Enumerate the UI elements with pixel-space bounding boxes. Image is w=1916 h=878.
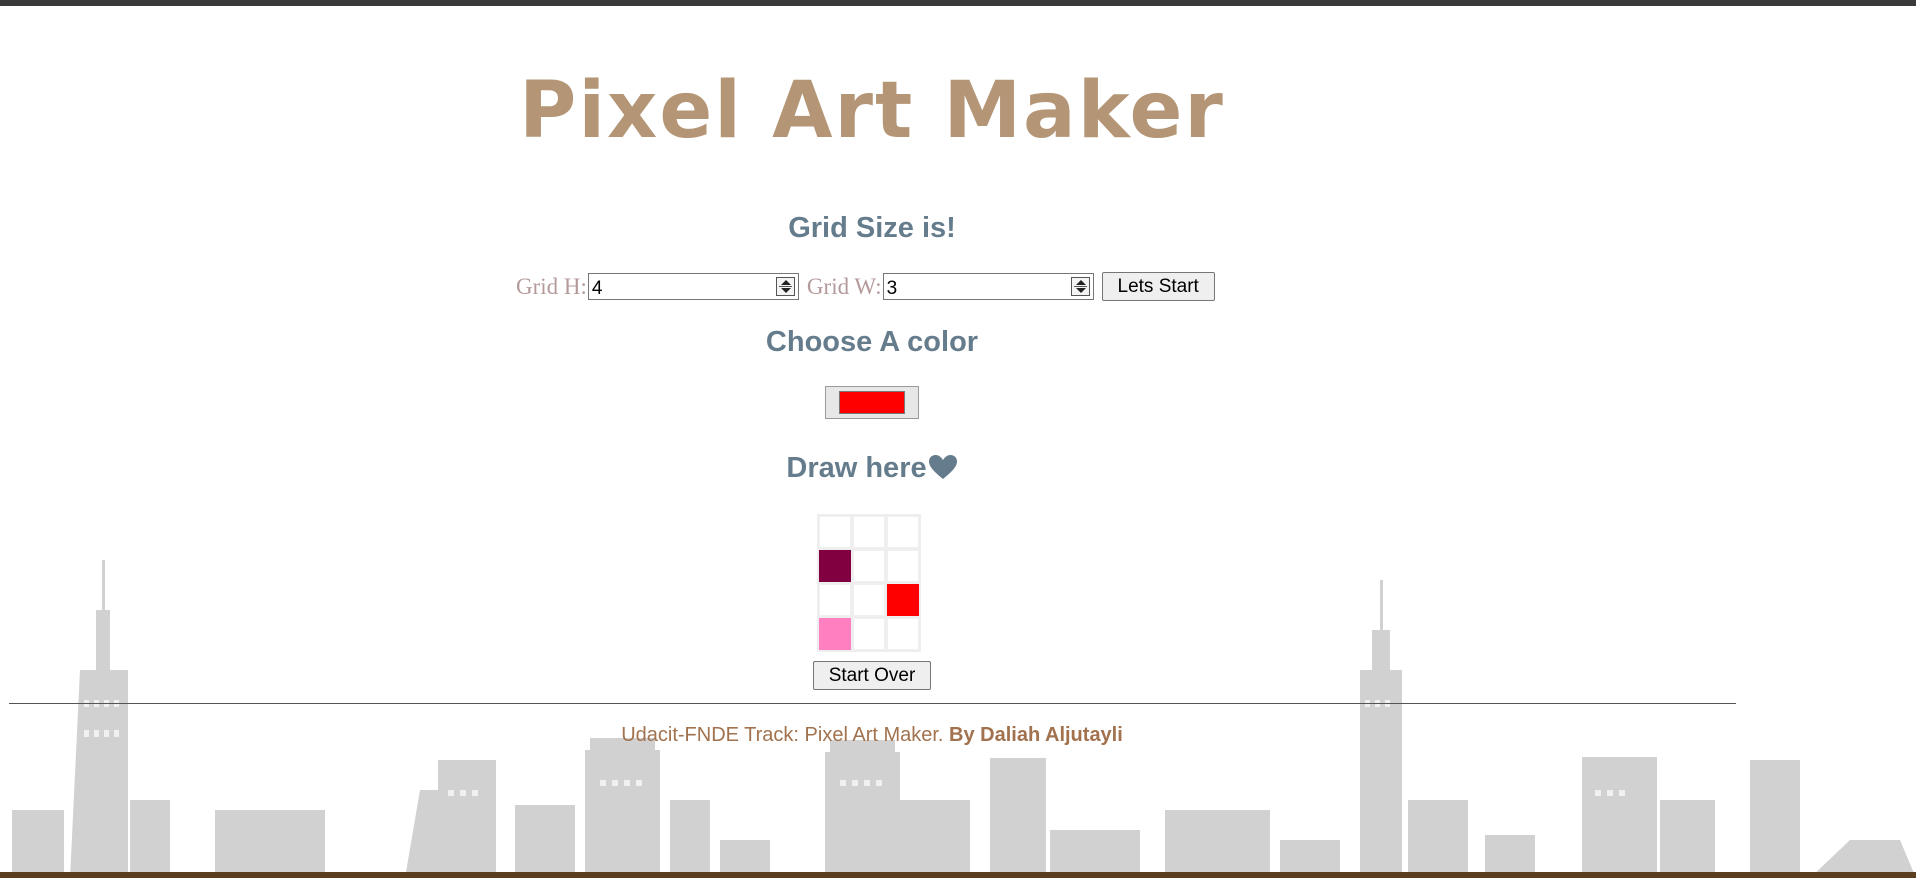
canvas-cell[interactable] [851, 548, 887, 584]
pixel-canvas [817, 514, 921, 652]
page-title: Pixel Art Maker [519, 66, 1225, 156]
canvas-cell-fill [819, 618, 851, 650]
draw-here-heading: Draw here [0, 452, 1744, 485]
canvas-cell[interactable] [817, 582, 853, 618]
footer-author: By Daliah Aljutayli [949, 724, 1123, 746]
canvas-cell-fill [853, 516, 885, 548]
heart-icon [928, 455, 957, 479]
grid-height-spinner[interactable] [775, 277, 795, 296]
canvas-cell[interactable] [817, 616, 853, 652]
footer-text: Udacit-FNDE Track: Pixel Art Maker. [621, 724, 950, 746]
start-over-button[interactable]: Start Over [813, 661, 931, 690]
canvas-row [817, 548, 921, 584]
canvas-cell-fill [887, 516, 919, 548]
canvas-cell[interactable] [885, 582, 921, 618]
choose-color-heading: Choose A color [765, 326, 979, 358]
canvas-cell[interactable] [851, 616, 887, 652]
canvas-cell-fill [887, 550, 919, 582]
canvas-cell-fill [819, 516, 851, 548]
spinner-up-icon[interactable] [1075, 280, 1086, 285]
grid-height-input[interactable] [588, 276, 775, 302]
grid-height-field[interactable] [587, 273, 799, 302]
footer-divider [9, 703, 1736, 704]
grid-width-spinner[interactable] [1070, 277, 1090, 296]
canvas-cell-fill [887, 618, 919, 650]
canvas-cell-fill [819, 550, 851, 582]
canvas-cell[interactable] [885, 548, 921, 584]
spinner-down-icon[interactable] [780, 288, 791, 293]
canvas-cell-fill [853, 550, 885, 582]
footer: Udacit-FNDE Track: Pixel Art Maker. By D… [0, 724, 1744, 747]
draw-here-label: Draw here [786, 452, 927, 484]
color-picker[interactable] [825, 386, 919, 419]
canvas-cell-fill [887, 584, 919, 616]
canvas-cell[interactable] [851, 582, 887, 618]
grid-width-field[interactable] [882, 273, 1094, 302]
grid-height-label: Grid H: [516, 273, 587, 299]
canvas-cell[interactable] [817, 548, 853, 584]
color-swatch[interactable] [839, 391, 905, 414]
grid-width-input[interactable] [883, 276, 1070, 302]
canvas-cell[interactable] [885, 616, 921, 652]
grid-size-heading: Grid Size is! [788, 212, 956, 244]
canvas-cell[interactable] [885, 514, 921, 550]
canvas-cell[interactable] [851, 514, 887, 550]
canvas-cell-fill [819, 584, 851, 616]
spinner-up-icon[interactable] [780, 280, 791, 285]
canvas-row [817, 514, 921, 550]
canvas-row [817, 616, 921, 652]
canvas-cell-fill [853, 618, 885, 650]
lets-start-button[interactable]: Lets Start [1101, 272, 1215, 301]
canvas-row [817, 582, 921, 618]
canvas-cell-fill [853, 584, 885, 616]
grid-size-form: Grid H: Grid W: Lets Start [516, 271, 1215, 302]
main-content: Pixel Art Maker Grid Size is! Grid H: Gr… [0, 0, 1744, 878]
canvas-cell[interactable] [817, 514, 853, 550]
grid-width-label: Grid W: [806, 273, 882, 299]
spinner-down-icon[interactable] [1075, 288, 1086, 293]
